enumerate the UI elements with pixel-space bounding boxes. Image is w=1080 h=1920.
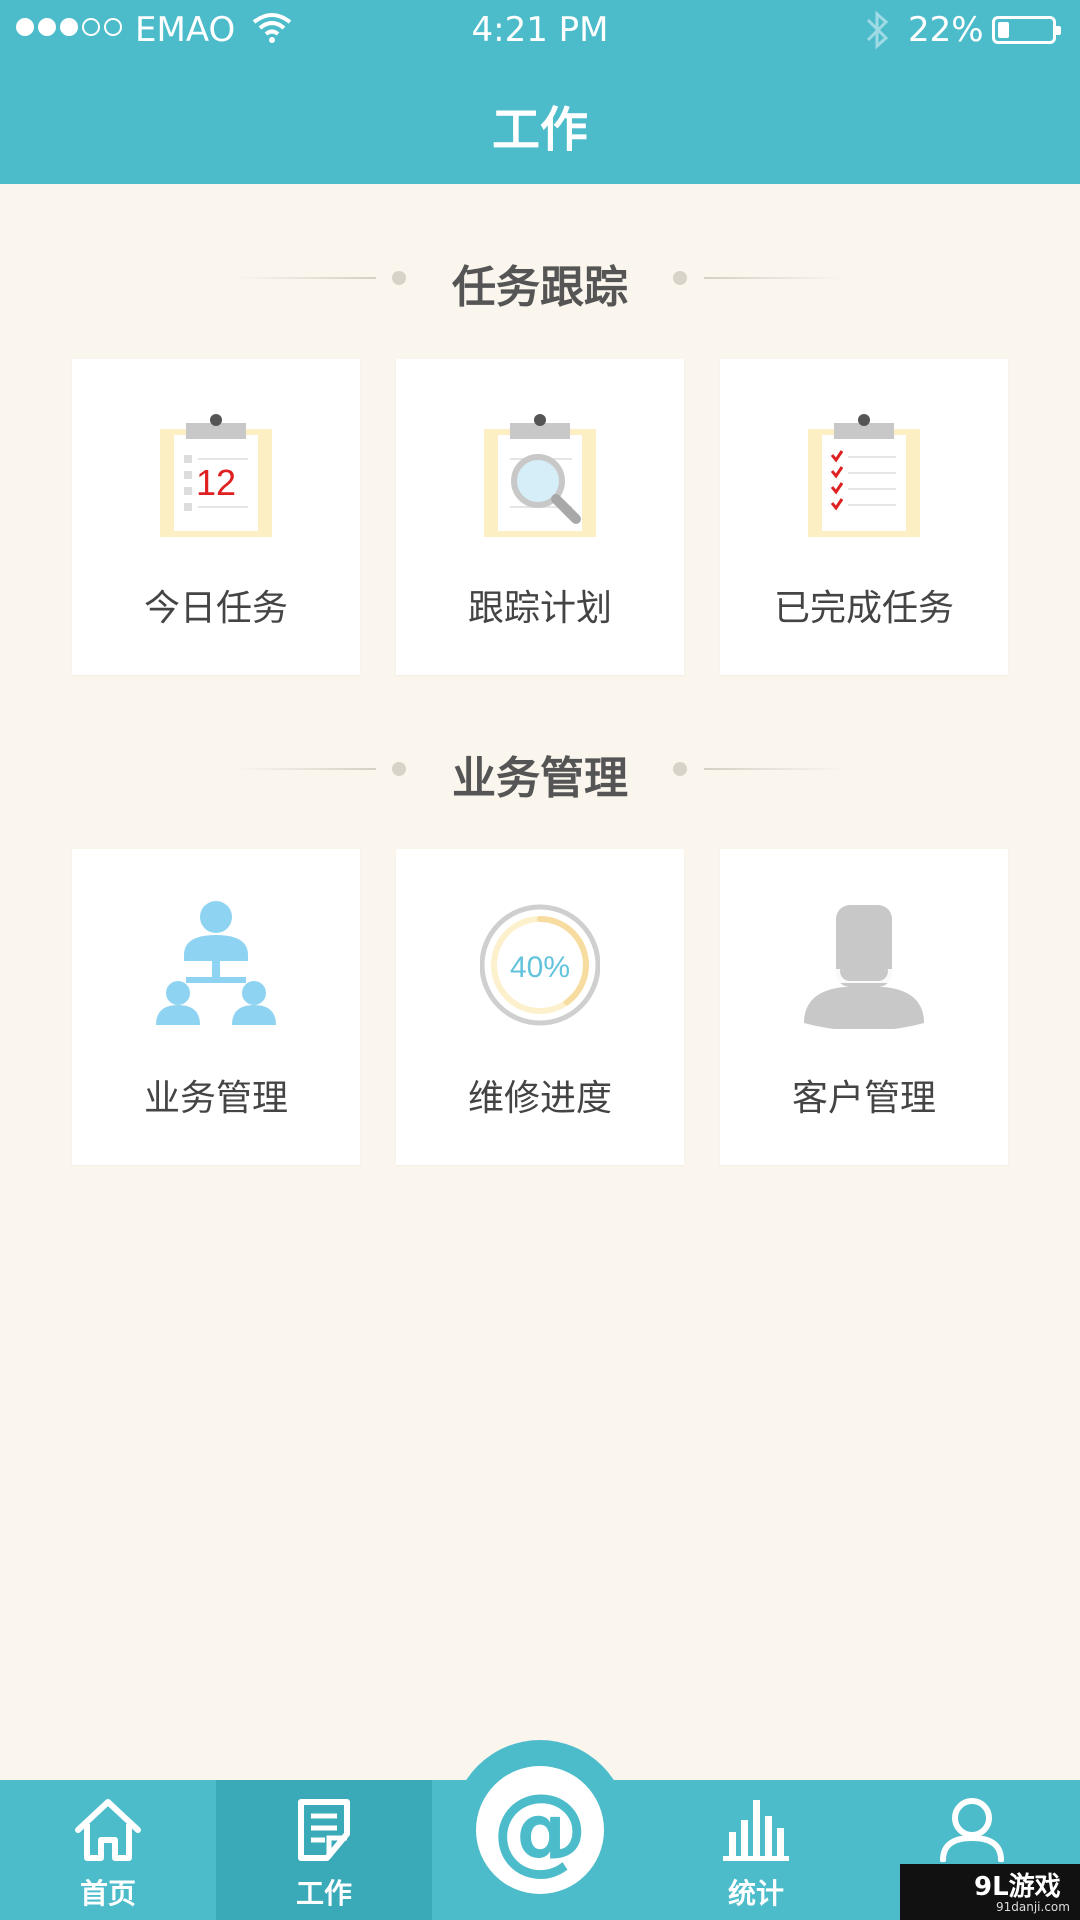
card-label: 客户管理 <box>791 1078 936 1119</box>
card-customer-management[interactable]: 客户管理 <box>720 849 1008 1165</box>
battery-icon <box>992 16 1061 44</box>
tab-work[interactable]: 工作 <box>216 1780 432 1920</box>
checklist-clipboard-icon <box>808 414 920 537</box>
tab-label: 工作 <box>295 1877 352 1910</box>
home-icon <box>75 1799 141 1861</box>
calendar-day-number: 12 <box>196 462 236 503</box>
watermark-main: 9L游戏 <box>974 1872 1061 1902</box>
section-title-task-tracking: 任务跟踪 <box>0 243 1080 313</box>
user-icon <box>940 1798 1004 1862</box>
bar-chart-icon <box>723 1800 789 1861</box>
tab-label: 首页 <box>79 1877 136 1910</box>
calendar-clipboard-icon: 12 <box>160 414 272 537</box>
progress-percent-text: 40% <box>510 951 570 984</box>
tab-home[interactable]: 首页 <box>0 1780 216 1920</box>
card-label: 业务管理 <box>143 1078 288 1119</box>
at-icon: @ <box>492 1773 588 1885</box>
section-title-text: 任务跟踪 <box>452 262 628 313</box>
app-screen: EMAO 4:21 PM 22% 工作 任务跟踪 12 今日任务 跟踪计划 已完… <box>0 0 1080 1920</box>
section-title-business-management: 业务管理 <box>0 734 1080 804</box>
card-label: 今日任务 <box>143 588 288 629</box>
status-bar: EMAO 4:21 PM 22% <box>0 0 1080 60</box>
navigation-bar: 工作 <box>0 60 1080 184</box>
customer-avatar-icon <box>804 905 924 1029</box>
card-label: 已完成任务 <box>773 588 954 629</box>
card-today-tasks[interactable]: 12 今日任务 <box>72 359 360 675</box>
card-business-management[interactable]: 业务管理 <box>72 849 360 1165</box>
bluetooth-icon <box>866 10 889 50</box>
card-repair-progress[interactable]: 40% 维修进度 <box>396 849 684 1165</box>
page-title: 工作 <box>491 102 588 158</box>
card-tracking-plan[interactable]: 跟踪计划 <box>396 359 684 675</box>
battery-percent: 22% <box>908 10 984 50</box>
card-label: 维修进度 <box>467 1078 612 1119</box>
tab-label: 统计 <box>727 1877 784 1910</box>
card-label: 跟踪计划 <box>467 588 612 629</box>
org-chart-icon <box>156 901 276 1025</box>
card-completed-tasks[interactable]: 已完成任务 <box>720 359 1008 675</box>
section-title-text: 业务管理 <box>452 753 628 804</box>
watermark-sub: 91danji.com <box>996 1900 1070 1914</box>
tab-statistics[interactable]: 统计 <box>648 1780 864 1920</box>
center-action-button[interactable]: @ <box>476 1766 604 1894</box>
document-edit-icon <box>298 1799 350 1861</box>
progress-ring-icon: 40% <box>480 904 600 1026</box>
search-clipboard-icon <box>484 414 596 537</box>
watermark: 9L游戏 91danji.com <box>900 1864 1080 1920</box>
